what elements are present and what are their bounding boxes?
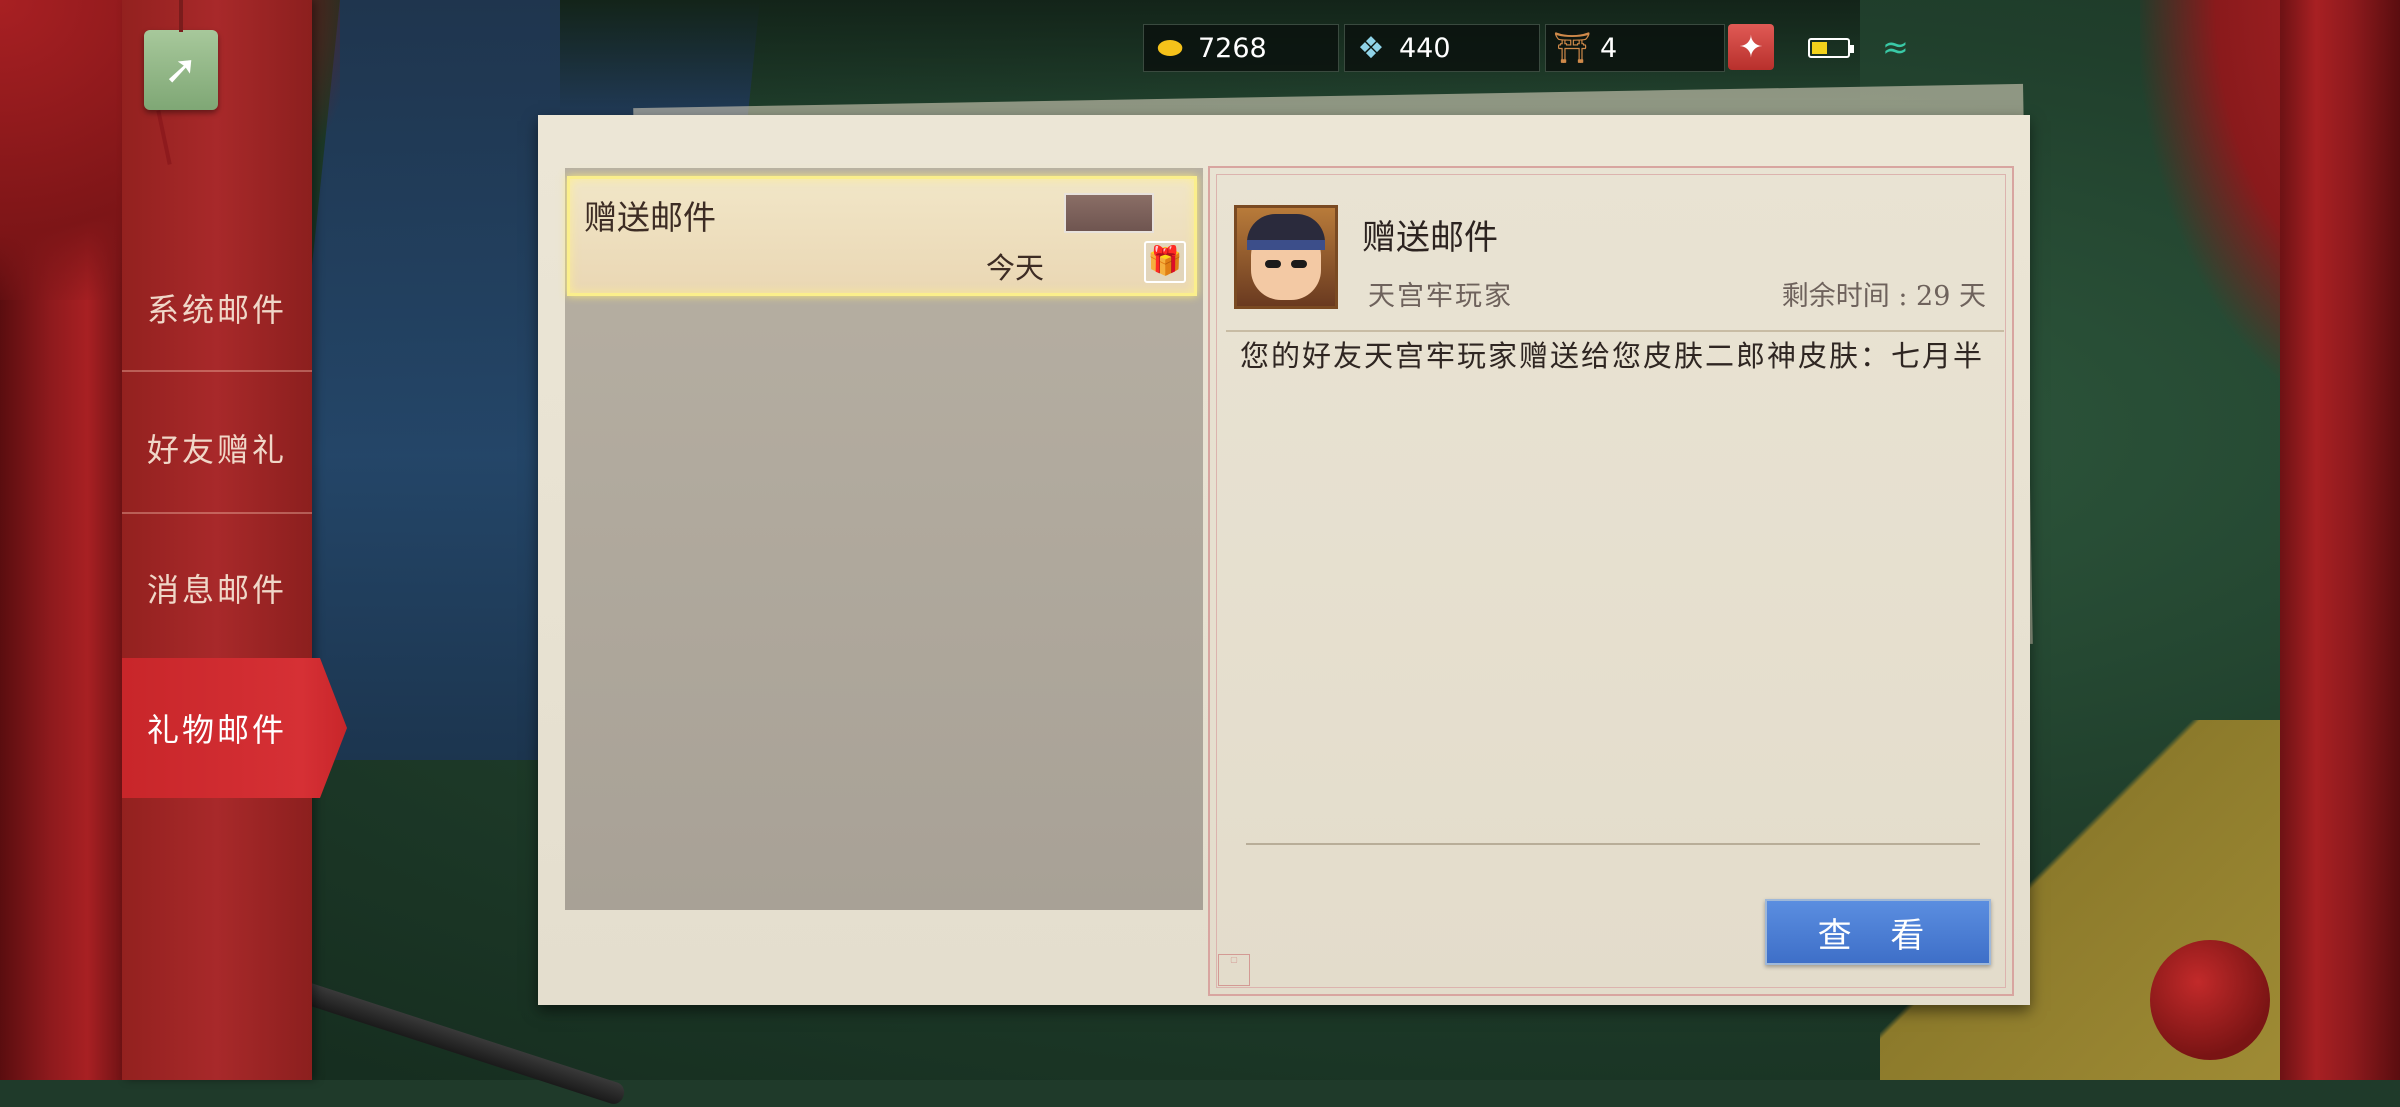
sidebar-item-label: 消息邮件	[146, 571, 287, 609]
gem-icon: ❖	[1357, 30, 1385, 66]
wifi-icon: ≈	[1882, 28, 1909, 66]
sidebar-item-label: 礼物邮件	[146, 711, 287, 749]
detail-sender: 天宫牢玩家	[1368, 281, 1513, 312]
gem-value: 440	[1399, 32, 1451, 64]
sidebar-item-system-mail[interactable]: 系统邮件	[122, 238, 312, 378]
mail-item-title: 赠送邮件	[584, 198, 716, 237]
sidebar-item-label: 好友赠礼	[146, 431, 287, 469]
detail-remaining-time: 剩余时间 : 29 天	[1781, 281, 1986, 312]
mail-list-item[interactable]: 赠送邮件 今天 🎁	[567, 176, 1197, 296]
view-button[interactable]: 查 看	[1765, 899, 1991, 965]
gift-icon: 🎁	[1144, 241, 1186, 283]
sidebar-item-friend-gifts[interactable]: 好友赠礼	[122, 378, 312, 518]
gold-value: 7268	[1198, 32, 1267, 64]
star-badge-icon: ✦	[1738, 29, 1764, 65]
detail-bottom-divider	[1246, 843, 1980, 845]
battery-level	[1812, 42, 1827, 54]
gold-ingot-icon: ⬬	[1157, 30, 1183, 66]
sidebar-divider	[122, 512, 312, 514]
detail-divider	[1226, 330, 2004, 332]
gem-counter[interactable]: ❖ 440	[1344, 24, 1540, 72]
curtain-right	[2280, 0, 2400, 1080]
detail-title: 赠送邮件	[1362, 218, 1498, 258]
detail-body: 您的好友天宫牢玩家赠送给您皮肤二郎神皮肤：七月半	[1240, 339, 1985, 373]
red-ball-decoration	[2150, 940, 2270, 1060]
sender-avatar	[1234, 205, 1338, 309]
back-tag-icon: ➚	[164, 47, 198, 93]
gate-ticket-icon: ⛩	[1552, 30, 1592, 66]
sidebar-item-gift-mail[interactable]: 礼物邮件	[122, 658, 347, 798]
sidebar-divider	[122, 370, 312, 372]
seal-stamp: ▢	[1218, 954, 1250, 986]
battery-icon	[1808, 38, 1854, 58]
sidebar-item-label: 系统邮件	[146, 291, 287, 329]
ticket-counter[interactable]: ⛩ 4	[1545, 24, 1725, 72]
star-badge-button[interactable]: ✦	[1728, 24, 1774, 70]
back-button[interactable]: ➚	[144, 0, 218, 110]
envelope-icon	[1064, 193, 1154, 233]
sidebar-item-message-mail[interactable]: 消息邮件	[122, 518, 312, 658]
gold-counter[interactable]: ⬬ 7268	[1143, 24, 1339, 72]
ticket-value: 4	[1600, 32, 1618, 64]
mail-item-date: 今天	[985, 251, 1044, 285]
